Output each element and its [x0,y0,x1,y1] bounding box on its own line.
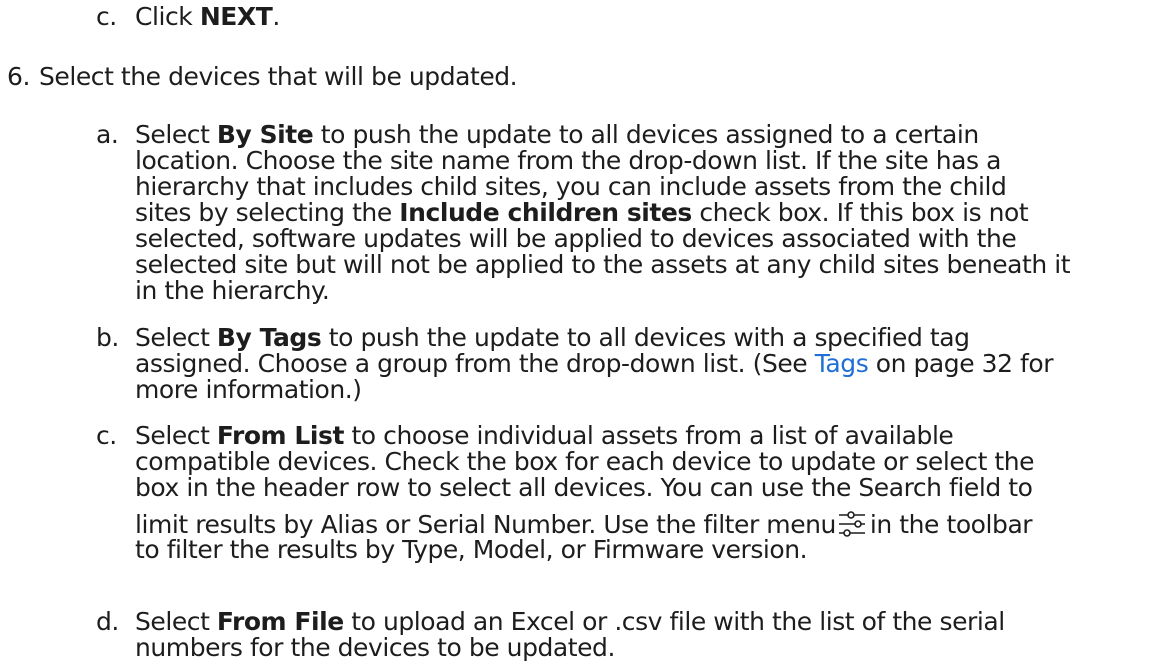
step-number: 6. [7,62,30,91]
list-marker: d. [96,607,119,636]
list-marker: c. [96,2,117,31]
document-page: c. Click NEXT. 6. Select the devices tha… [0,0,1155,664]
list-marker: b. [96,323,119,352]
bold-term: By Site [216,120,314,149]
list-item-text: Select From File to upload an Excel or .… [135,607,1005,662]
bold-term: From File [216,607,344,636]
step-text: Select the devices that will be updated. [39,62,518,91]
list-marker: c. [96,421,117,450]
bold-term: From List [216,421,344,450]
list-item-text: Select By Site to push the update to all… [135,120,1071,305]
filter-icon [838,511,866,537]
list-marker: a. [96,120,119,149]
list-item-text: Select By Tags to push the update to all… [135,323,1054,404]
tags-link[interactable]: Tags [815,349,869,378]
list-item-text: Click NEXT. [135,2,280,31]
list-item-text: Select From List to choose individual as… [135,421,1035,564]
bold-term: By Tags [216,323,322,352]
bold-term: NEXT [199,2,273,31]
bold-term: Include children sites [399,198,692,227]
